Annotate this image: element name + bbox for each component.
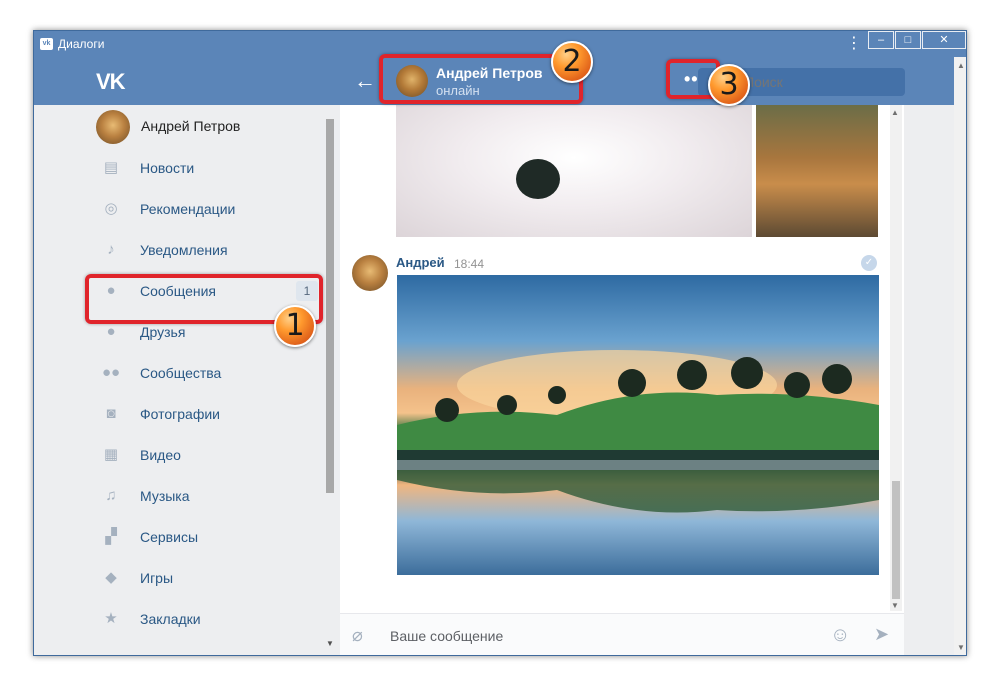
news-icon: ▤ [103, 159, 119, 176]
sidebar-item-recommendations[interactable]: ◎ Рекомендации [34, 190, 320, 228]
sidebar-item-label: Фотографии [140, 406, 221, 422]
back-arrow-icon[interactable]: ← [354, 68, 376, 94]
sidebar: Андрей Петров ▤ Новости ◎ Рекомендации ♪… [34, 105, 340, 655]
maximize-button[interactable]: □ [895, 31, 921, 49]
chat-panel: Андрей 18:44 ✓ ▲ ▼ ⌀ Ваше сообщение ☺ ➤ [340, 105, 904, 655]
sidebar-item-communities[interactable]: ●● Сообщества [34, 354, 320, 392]
bookmark-icon: ★ [104, 610, 118, 627]
bell-icon: ♪ [107, 241, 115, 258]
step-marker-3: 3 [708, 64, 750, 106]
sidebar-item-photos[interactable]: ◙ Фотографии [34, 395, 320, 433]
emoji-icon[interactable]: ☺ [830, 624, 850, 647]
scroll-up-arrow-icon[interactable]: ▲ [957, 61, 965, 70]
scroll-down-arrow-icon[interactable]: ▼ [957, 643, 965, 652]
sidebar-item-notifications[interactable]: ♪ Уведомления [34, 231, 320, 269]
close-button[interactable]: ✕ [922, 31, 966, 49]
attach-icon[interactable]: ⌀ [352, 625, 363, 646]
send-icon[interactable]: ➤ [874, 624, 889, 645]
message-author[interactable]: Андрей [396, 255, 445, 270]
vk-logo[interactable]: VK [96, 69, 126, 95]
sidebar-item-label: Сервисы [140, 529, 199, 545]
message-avatar[interactable] [352, 255, 388, 291]
landscape-illustration [397, 350, 879, 513]
profile-avatar [96, 110, 130, 144]
step-marker-1: 1 [274, 305, 316, 347]
scroll-down-arrow-icon[interactable]: ▼ [326, 639, 334, 648]
friends-icon: ● [106, 323, 116, 340]
sidebar-item-news[interactable]: ▤ Новости [34, 149, 320, 187]
scroll-up-arrow-icon[interactable]: ▲ [891, 108, 899, 117]
services-icon: ▞ [105, 528, 117, 545]
sidebar-item-profile[interactable]: Андрей Петров [34, 107, 320, 145]
app-window: vk Диалоги ⋮ – □ ✕ VK ← Андрей Петров он… [33, 30, 967, 656]
sidebar-scrollbar[interactable] [326, 119, 334, 493]
profile-name: Андрей Петров [141, 118, 241, 134]
minimize-button[interactable]: – [868, 31, 894, 49]
window-title: Диалоги [58, 37, 105, 51]
chat-scrollbar-thumb[interactable] [892, 481, 900, 599]
sidebar-item-games[interactable]: ◆ Игры [34, 559, 320, 597]
camera-icon: ◙ [106, 405, 116, 422]
sidebar-item-label: Сообщества [140, 365, 222, 381]
sidebar-item-services[interactable]: ▞ Сервисы [34, 518, 320, 556]
fox-nose [516, 159, 560, 199]
landscape-photo[interactable] [397, 275, 879, 575]
dog-photo[interactable] [756, 105, 878, 237]
step-marker-2: 2 [551, 41, 593, 83]
scroll-down-arrow-icon[interactable]: ▼ [891, 601, 899, 610]
sidebar-item-label: Рекомендации [140, 201, 236, 217]
compass-icon: ◎ [104, 200, 118, 217]
fox-photo[interactable] [396, 105, 752, 237]
sidebar-item-bookmarks[interactable]: ★ Закладки [34, 600, 320, 638]
sidebar-item-label: Новости [140, 160, 195, 176]
message-composer: ⌀ Ваше сообщение ☺ ➤ [340, 613, 904, 655]
sidebar-item-label: Музыка [140, 488, 190, 504]
vk-icon: vk [40, 38, 53, 50]
app-menu-icon[interactable]: ⋮ [846, 34, 862, 54]
sidebar-item-label: Закладки [140, 611, 201, 627]
music-icon: ♫ [105, 487, 117, 504]
message-time: 18:44 [454, 257, 485, 271]
window-controls: – □ ✕ [867, 31, 966, 49]
sidebar-item-label: Друзья [140, 324, 186, 340]
video-icon: ▦ [103, 446, 119, 463]
games-icon: ◆ [105, 569, 117, 586]
window-scrollbar[interactable] [954, 57, 966, 655]
communities-icon: ●● [102, 364, 121, 381]
sidebar-item-music[interactable]: ♫ Музыка [34, 477, 320, 515]
sidebar-item-label: Видео [140, 447, 181, 463]
sidebar-item-label: Уведомления [140, 242, 228, 258]
sidebar-item-video[interactable]: ▦ Видео [34, 436, 320, 474]
message-input[interactable]: Ваше сообщение [390, 628, 503, 644]
sidebar-item-label: Игры [140, 570, 174, 586]
read-check-icon: ✓ [861, 255, 877, 271]
